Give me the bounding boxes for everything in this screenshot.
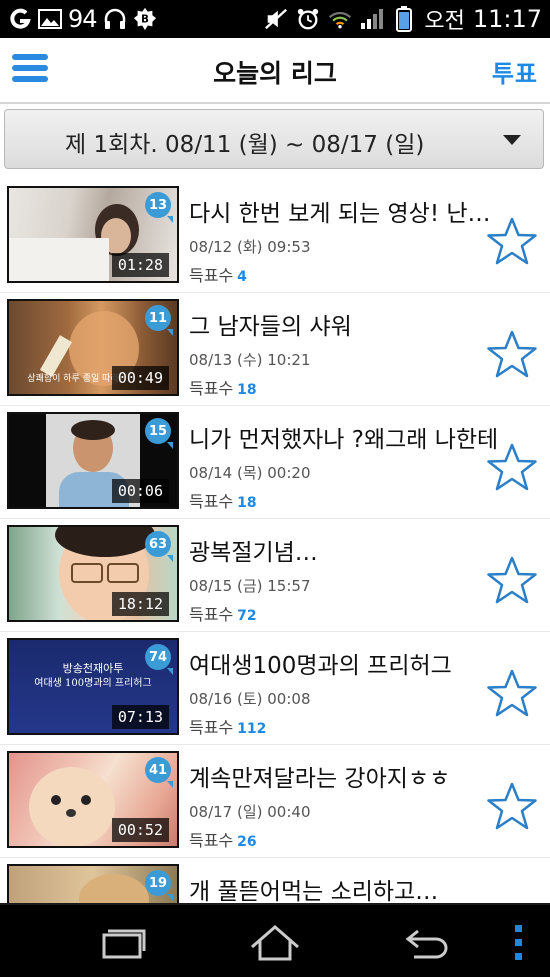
mute-icon xyxy=(264,7,288,31)
week-selector-dropdown[interactable]: 제 1회차. 08/11 (월) ~ 08/17 (일) xyxy=(4,109,544,169)
status-bar: 94 B 오전 11:17 xyxy=(0,0,550,38)
back-icon[interactable] xyxy=(402,923,452,963)
list-item[interactable]: 방송천재아투 여대생 100명과의 프리허그 74 07:13 여대생100명과… xyxy=(0,632,550,745)
comment-count-badge: 63 xyxy=(145,531,173,562)
video-duration: 00:06 xyxy=(111,479,169,503)
video-duration: 00:49 xyxy=(111,366,169,390)
vote-count-value: 18 xyxy=(237,382,257,398)
vote-button[interactable]: 투표 xyxy=(492,54,538,89)
image-icon xyxy=(38,7,62,31)
video-thumbnail: 상쾌함이 하루 종일 따라 11 00:49 xyxy=(7,299,179,396)
video-thumbnail: 15 00:06 xyxy=(7,412,179,509)
video-thumbnail: 13 01:28 xyxy=(7,186,179,283)
notification-count: 94 xyxy=(68,5,98,33)
vote-count-value: 26 xyxy=(237,834,257,850)
video-date: 08/12 (화) 09:53 xyxy=(189,238,311,256)
comment-count-badge: 19 xyxy=(145,870,173,901)
video-duration: 01:28 xyxy=(111,253,169,277)
list-item[interactable]: 15 00:06 니가 먼저했자나 ?왜그래 나한테 08/14 (목) 00:… xyxy=(0,406,550,519)
list-item[interactable]: 41 00:52 계속만져달라는 강아지ㅎㅎ 08/17 (일) 00:40 득… xyxy=(0,745,550,858)
list-item[interactable]: 63 18:12 광복절기념… 08/15 (금) 15:57 득표수 72 xyxy=(0,519,550,632)
video-title: 니가 먼저했자나 ?왜그래 나한테 xyxy=(189,427,499,453)
vote-count: 득표수 18 xyxy=(189,379,257,398)
b-badge-icon: B xyxy=(133,7,157,31)
alarm-icon xyxy=(296,7,320,31)
vote-count-value: 112 xyxy=(237,721,267,737)
signal-icon xyxy=(360,7,384,31)
star-icon[interactable] xyxy=(486,555,538,607)
star-icon[interactable] xyxy=(486,781,538,833)
page-title: 오늘의 리그 xyxy=(213,59,337,88)
video-date: 08/16 (토) 00:08 xyxy=(189,690,311,708)
video-title: 그 남자들의 샤워 xyxy=(189,314,352,340)
status-ampm: 오전 xyxy=(424,9,465,34)
star-icon[interactable] xyxy=(486,216,538,268)
star-icon[interactable] xyxy=(486,668,538,720)
vote-count: 득표수 112 xyxy=(189,718,267,737)
video-title: 광복절기념… xyxy=(189,540,318,566)
wifi-icon xyxy=(328,7,352,31)
list-item[interactable]: 상쾌함이 하루 종일 따라 11 00:49 그 남자들의 샤워 08/13 (… xyxy=(0,293,550,406)
home-icon[interactable] xyxy=(248,923,299,963)
comment-count-badge: 13 xyxy=(145,192,173,223)
status-time: 11:17 xyxy=(472,5,542,33)
app-bar: 오늘의 리그 투표 xyxy=(0,38,550,104)
vote-count: 득표수 72 xyxy=(189,605,257,624)
headset-icon xyxy=(103,7,127,31)
comment-count-badge: 15 xyxy=(145,418,173,449)
thumbnail-caption: 여대생 100명과의 프리허그 xyxy=(34,678,152,689)
svg-text:B: B xyxy=(141,15,149,26)
video-date: 08/15 (금) 15:57 xyxy=(189,577,311,595)
vote-count-value: 18 xyxy=(237,495,257,511)
video-thumbnail: 63 18:12 xyxy=(7,525,179,622)
vote-count-value: 72 xyxy=(237,608,257,624)
overflow-menu-icon[interactable] xyxy=(506,923,530,963)
video-title: 계속만져달라는 강아지ㅎㅎ xyxy=(189,766,451,792)
video-duration: 07:13 xyxy=(111,705,169,729)
vote-count-value: 4 xyxy=(237,269,247,285)
video-duration: 18:12 xyxy=(111,592,169,616)
comment-count-badge: 74 xyxy=(145,644,173,675)
video-date: 08/13 (수) 10:21 xyxy=(189,351,311,369)
video-thumbnail: 방송천재아투 여대생 100명과의 프리허그 74 07:13 xyxy=(7,638,179,735)
battery-icon xyxy=(392,6,416,32)
star-icon[interactable] xyxy=(486,329,538,381)
video-duration: 00:52 xyxy=(111,818,169,842)
navigation-bar xyxy=(0,903,550,977)
video-list: 13 01:28 다시 한번 보게 되는 영상! 난… 08/12 (화) 09… xyxy=(0,180,550,971)
list-item[interactable]: 13 01:28 다시 한번 보게 되는 영상! 난… 08/12 (화) 09… xyxy=(0,180,550,293)
star-icon[interactable] xyxy=(486,442,538,494)
video-date: 08/17 (일) 00:40 xyxy=(189,803,311,821)
vote-count: 득표수 18 xyxy=(189,492,257,511)
video-title: 개 풀뜯어먹는 소리하고… xyxy=(189,879,439,905)
video-title: 여대생100명과의 프리허그 xyxy=(189,653,452,679)
chevron-down-icon xyxy=(503,135,521,145)
comment-count-badge: 41 xyxy=(145,757,173,788)
week-selector-label: 제 1회차. 08/11 (월) ~ 08/17 (일) xyxy=(65,132,425,158)
g-icon xyxy=(8,7,32,31)
video-date: 08/14 (목) 00:20 xyxy=(189,464,311,482)
video-title: 다시 한번 보게 되는 영상! 난… xyxy=(189,201,491,227)
video-thumbnail: 41 00:52 xyxy=(7,751,179,848)
comment-count-badge: 11 xyxy=(145,305,173,336)
vote-count: 득표수 4 xyxy=(189,266,247,285)
vote-count: 득표수 26 xyxy=(189,831,257,850)
recent-apps-icon[interactable] xyxy=(98,923,148,963)
